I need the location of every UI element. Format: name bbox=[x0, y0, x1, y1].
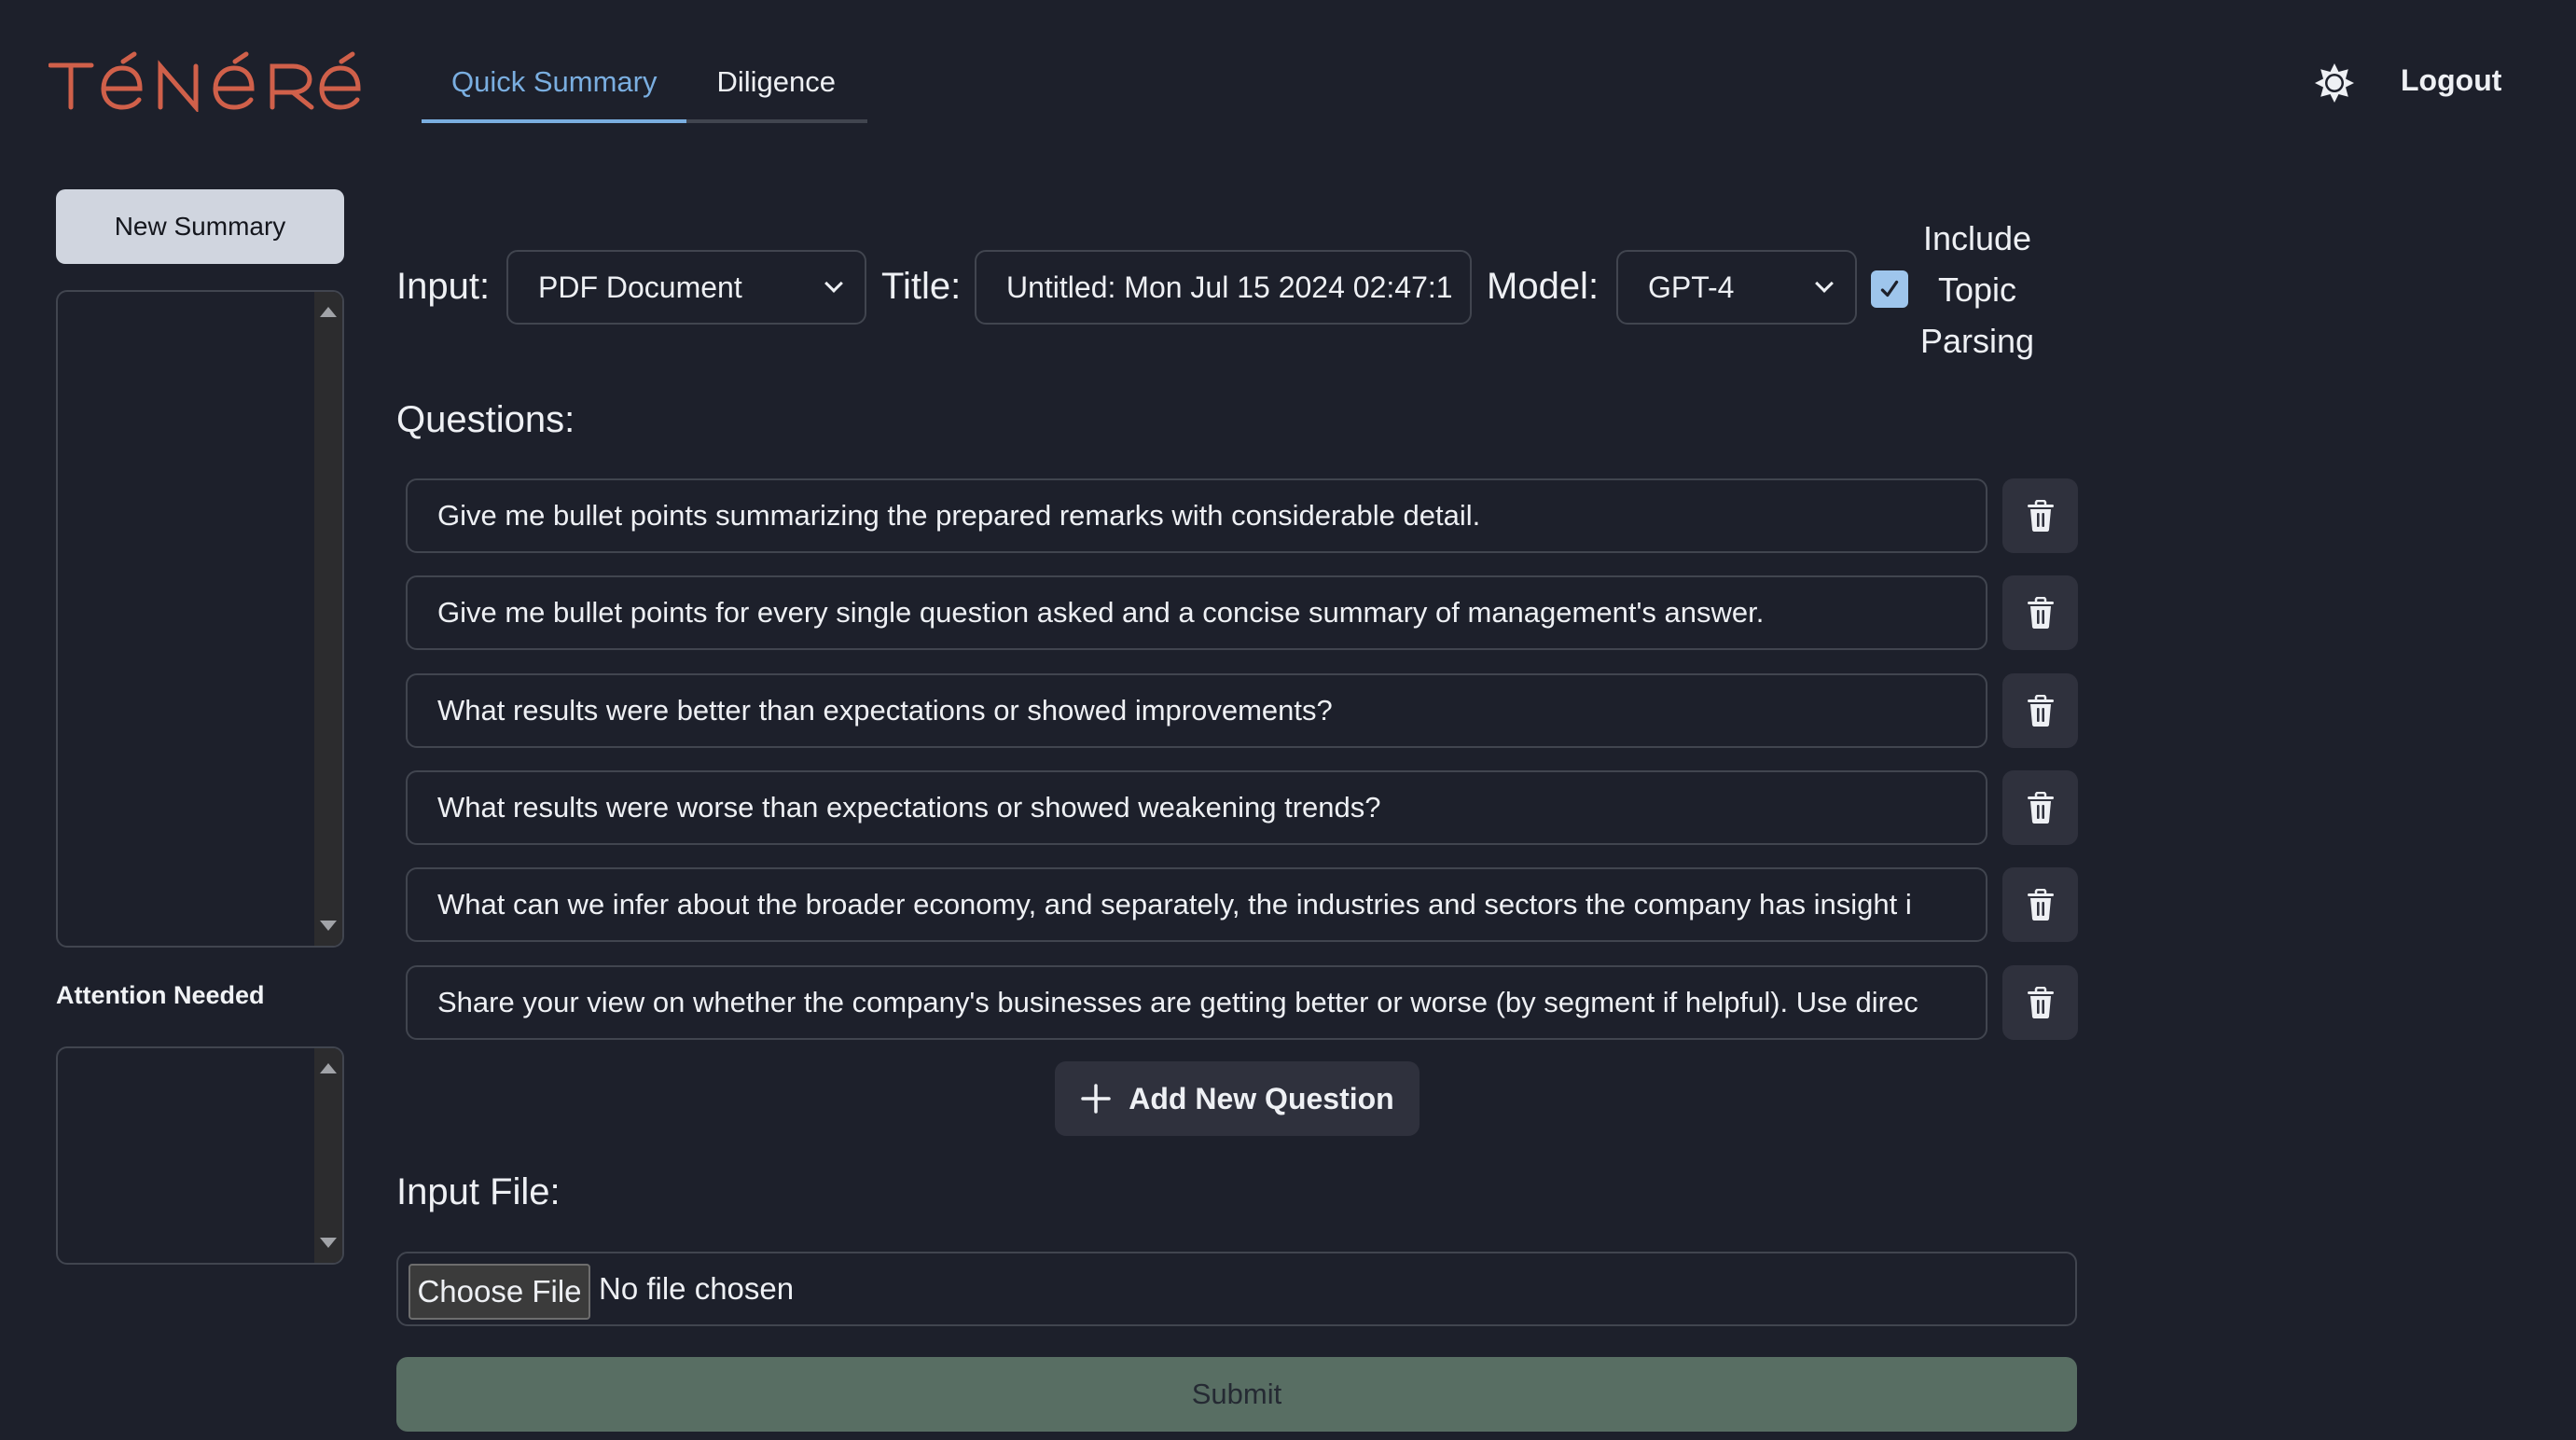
trash-icon bbox=[2027, 792, 2054, 824]
question-input[interactable]: Share your view on whether the company's… bbox=[406, 965, 1987, 1040]
attention-list-scrollbar[interactable] bbox=[314, 1048, 342, 1263]
chevron-down-icon bbox=[1815, 274, 1834, 293]
topic-parsing-label-line: Include bbox=[1922, 219, 2032, 257]
question-row: Share your view on whether the company's… bbox=[406, 965, 2078, 1040]
trash-icon bbox=[2027, 987, 2054, 1018]
trash-icon bbox=[2027, 889, 2054, 921]
delete-question-button[interactable] bbox=[2002, 478, 2078, 553]
chevron-down-icon bbox=[824, 274, 843, 293]
delete-question-button[interactable] bbox=[2002, 867, 2078, 942]
attention-needed-list[interactable] bbox=[56, 1046, 344, 1265]
trash-icon bbox=[2027, 500, 2054, 532]
main-tabs: Quick Summary Diligence bbox=[422, 52, 867, 123]
model-value: GPT-4 bbox=[1648, 270, 1735, 304]
file-input[interactable]: Choose File No file chosen bbox=[396, 1252, 2077, 1326]
question-input[interactable]: Give me bullet points for every single q… bbox=[406, 575, 1987, 650]
sun-icon bbox=[2315, 63, 2354, 103]
submit-button[interactable]: Submit bbox=[396, 1357, 2077, 1432]
delete-question-button[interactable] bbox=[2002, 770, 2078, 845]
question-row: What results were better than expectatio… bbox=[406, 673, 2078, 748]
title-value: Untitled: Mon Jul 15 2024 02:47:1 bbox=[1006, 270, 1453, 304]
tab-quick-summary[interactable]: Quick Summary bbox=[422, 52, 687, 123]
trash-icon bbox=[2027, 597, 2054, 629]
input-type-label: Input: bbox=[396, 266, 491, 307]
delete-question-button[interactable] bbox=[2002, 673, 2078, 748]
model-label: Model: bbox=[1487, 266, 1600, 307]
title-input[interactable]: Untitled: Mon Jul 15 2024 02:47:1 bbox=[975, 250, 1472, 325]
question-input[interactable]: Give me bullet points summarizing the pr… bbox=[406, 478, 1987, 553]
tab-diligence[interactable]: Diligence bbox=[686, 52, 867, 123]
question-row: What can we infer about the broader econ… bbox=[406, 867, 2078, 942]
trash-icon bbox=[2027, 695, 2054, 727]
topic-parsing-label-line: Topic bbox=[1937, 270, 2017, 309]
topic-parsing-label-line: Parsing bbox=[1919, 322, 2035, 360]
logout-button[interactable]: Logout bbox=[2401, 63, 2501, 98]
delete-question-button[interactable] bbox=[2002, 965, 2078, 1040]
question-input[interactable]: What can we infer about the broader econ… bbox=[406, 867, 1987, 942]
add-new-question-button[interactable]: Add New Question bbox=[1055, 1061, 1420, 1136]
choose-file-button[interactable]: Choose File bbox=[409, 1264, 590, 1320]
input-type-value: PDF Document bbox=[538, 270, 742, 304]
attention-needed-heading: Attention Needed bbox=[56, 981, 265, 1009]
questions-heading: Questions: bbox=[396, 399, 575, 440]
question-row: Give me bullet points for every single q… bbox=[406, 575, 2078, 650]
question-row: Give me bullet points summarizing the pr… bbox=[406, 478, 2078, 553]
summary-list[interactable] bbox=[56, 290, 344, 948]
model-select[interactable]: GPT-4 bbox=[1616, 250, 1857, 325]
input-type-select[interactable]: PDF Document bbox=[506, 250, 866, 325]
question-input[interactable]: What results were worse than expectation… bbox=[406, 770, 1987, 845]
checkmark-icon bbox=[1880, 280, 1899, 298]
question-input[interactable]: What results were better than expectatio… bbox=[406, 673, 1987, 748]
delete-question-button[interactable] bbox=[2002, 575, 2078, 650]
topic-parsing-label: Include Topic Parsing bbox=[1903, 213, 2052, 367]
tenere-logo bbox=[48, 50, 389, 114]
title-label: Title: bbox=[881, 266, 962, 307]
scroll-up-icon[interactable] bbox=[320, 307, 337, 317]
add-new-question-label: Add New Question bbox=[1129, 1081, 1394, 1115]
scroll-down-icon[interactable] bbox=[320, 921, 337, 931]
file-status: No file chosen bbox=[599, 1271, 795, 1306]
scroll-up-icon[interactable] bbox=[320, 1063, 337, 1073]
theme-toggle-button[interactable] bbox=[2313, 62, 2356, 104]
question-row: What results were worse than expectation… bbox=[406, 770, 2078, 845]
new-summary-button[interactable]: New Summary bbox=[56, 189, 344, 264]
summary-list-scrollbar[interactable] bbox=[314, 292, 342, 946]
scroll-down-icon[interactable] bbox=[320, 1238, 337, 1248]
input-file-heading: Input File: bbox=[396, 1171, 561, 1212]
plus-icon bbox=[1081, 1084, 1112, 1114]
